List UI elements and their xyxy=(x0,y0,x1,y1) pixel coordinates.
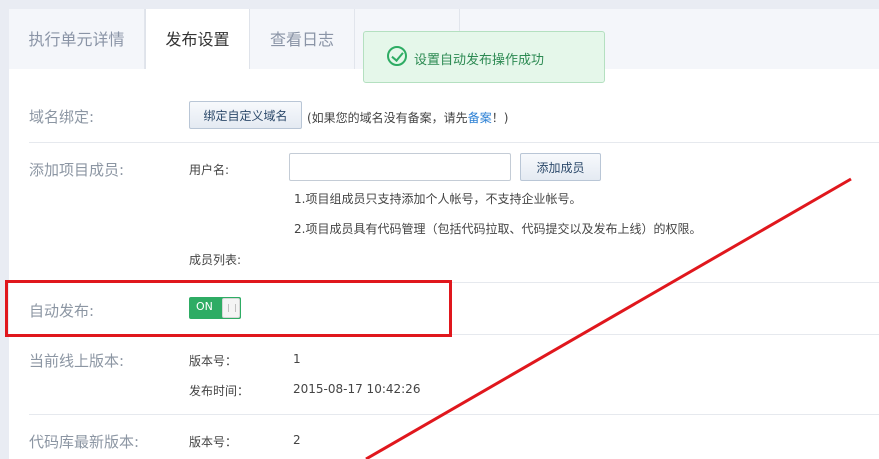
success-toast: 设置自动发布操作成功 xyxy=(363,31,605,83)
username-input[interactable] xyxy=(289,153,511,181)
add-members-label: 添加项目成员: xyxy=(29,161,125,179)
check-circle-icon xyxy=(387,46,407,66)
online-version-number-label: 版本号： xyxy=(189,354,238,368)
divider xyxy=(29,414,879,415)
repo-version-number: 2 xyxy=(293,433,301,447)
online-version-label: 当前线上版本: xyxy=(29,352,125,370)
auto-publish-toggle[interactable]: ON xyxy=(189,297,241,319)
domain-binding-label: 域名绑定: xyxy=(29,108,95,126)
member-list-label: 成员列表: xyxy=(189,253,242,267)
toast-message: 设置自动发布操作成功 xyxy=(414,53,545,68)
tab-publish-settings[interactable]: 发布设置 xyxy=(145,9,250,69)
online-version-number: 1 xyxy=(293,352,301,366)
username-label: 用户名: xyxy=(189,163,230,177)
tab-view-logs[interactable]: 查看日志 xyxy=(250,9,355,69)
add-member-button[interactable]: 添加成员 xyxy=(520,153,601,181)
publish-time-label: 发布时间： xyxy=(189,384,250,398)
domain-note-prefix: (如果您的域名没有备案，请先 xyxy=(307,111,468,125)
divider xyxy=(29,334,879,335)
filing-link[interactable]: 备案 xyxy=(468,111,492,125)
toggle-knob[interactable] xyxy=(222,298,240,318)
domain-note-suffix: ！) xyxy=(491,111,509,125)
member-note-2: 2.项目成员具有代码管理（包括代码拉取、代码提交以及发布上线）的权限。 xyxy=(294,222,702,236)
divider xyxy=(29,142,879,143)
bind-custom-domain-button[interactable]: 绑定自定义域名 xyxy=(189,101,302,129)
member-note-1: 1.项目组成员只支持添加个人帐号，不支持企业帐号。 xyxy=(294,192,582,206)
repo-version-number-label: 版本号： xyxy=(189,435,238,449)
toggle-state-text: ON xyxy=(196,300,213,313)
publish-time-value: 2015-08-17 10:42:26 xyxy=(293,382,421,396)
repo-version-label: 代码库最新版本: xyxy=(29,433,140,451)
auto-publish-label: 自动发布: xyxy=(29,302,95,320)
divider xyxy=(29,282,879,283)
domain-note: (如果您的域名没有备案，请先备案！) xyxy=(307,109,508,126)
tab-execution-unit-details[interactable]: 执行单元详情 xyxy=(9,9,145,69)
